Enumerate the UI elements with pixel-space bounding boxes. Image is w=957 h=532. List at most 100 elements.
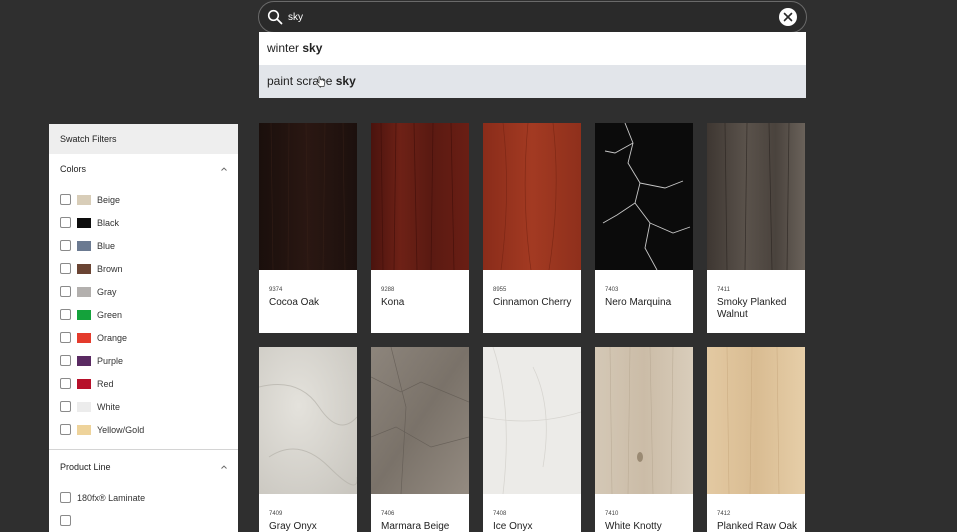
search-suggestions: winter sky paint scrape sky — [259, 32, 806, 98]
swatch-name: Planked Raw Oak — [717, 521, 798, 532]
swatch-filters-title: Swatch Filters — [49, 124, 238, 154]
color-label: Gray — [97, 286, 117, 297]
swatch-name: Smoky Planked Walnut — [717, 297, 787, 320]
color-label: Blue — [97, 240, 116, 251]
hand-cursor-icon — [316, 76, 326, 87]
swatch-filters-panel: Swatch Filters Colors Beige Black Blue B… — [49, 124, 238, 532]
color-swatch — [77, 217, 91, 228]
product-line-filter-partial[interactable] — [49, 509, 238, 532]
swatch-name: Cocoa Oak — [269, 297, 320, 308]
product-line-section-title: Product Line — [60, 462, 111, 472]
color-label: Red — [97, 378, 114, 389]
color-filter-yellow-gold[interactable]: Yellow/Gold — [49, 418, 238, 441]
swatch-image-ice-onyx — [482, 346, 582, 495]
product-line-section-toggle[interactable]: Product Line — [49, 452, 238, 482]
color-filter-orange[interactable]: Orange — [49, 326, 238, 349]
colors-section-toggle[interactable]: Colors — [49, 154, 238, 184]
chevron-up-icon — [221, 465, 227, 469]
swatch-name: White Knotty — [605, 521, 662, 532]
color-label: Black — [97, 217, 120, 228]
color-label: Orange — [97, 332, 128, 343]
swatch-code: 8955 — [493, 287, 507, 293]
color-filter-blue[interactable]: Blue — [49, 234, 238, 257]
swatch-card[interactable]: 7411 Smoky Planked Walnut — [707, 122, 805, 333]
color-swatch — [77, 240, 91, 251]
swatch-code: 7411 — [717, 287, 730, 293]
color-filter-purple[interactable]: Purple — [49, 349, 238, 372]
swatch-image-cinnamon-cherry — [483, 122, 581, 271]
swatch-image-planked-raw-oak — [707, 346, 805, 495]
color-label: Beige — [97, 194, 121, 205]
swatch-card[interactable]: 9288 Kona — [371, 122, 469, 333]
color-label: White — [97, 401, 121, 412]
search-input[interactable] — [288, 7, 768, 27]
divider — [49, 449, 238, 450]
color-swatch — [77, 378, 91, 389]
suggestion-match: sky — [302, 41, 323, 55]
checkbox[interactable] — [60, 378, 71, 389]
swatch-card[interactable]: 7409 Gray Onyx — [258, 347, 358, 532]
swatch-name: Ice Onyx — [493, 521, 533, 532]
swatch-code: 9288 — [381, 287, 395, 293]
swatch-card[interactable]: 7412 Planked Raw Oak — [707, 346, 805, 532]
color-swatch — [77, 355, 91, 366]
swatch-name: Kona — [381, 297, 405, 308]
color-filter-green[interactable]: Green — [49, 303, 238, 326]
checkbox[interactable] — [60, 217, 71, 228]
checkbox[interactable] — [60, 401, 71, 412]
color-filter-black[interactable]: Black — [49, 211, 238, 234]
color-filter-beige[interactable]: Beige — [49, 188, 238, 211]
suggestion-prefix: winter — [267, 41, 303, 55]
color-label: Green — [97, 309, 123, 320]
product-line-label: 180fx® Laminate — [77, 492, 146, 503]
swatch-code: 7412 — [717, 511, 731, 517]
suggestion-match: sky — [335, 74, 356, 88]
swatch-code: 7403 — [605, 287, 619, 293]
swatch-card[interactable]: 7406 Marmara Beige — [370, 346, 470, 532]
swatch-name: Nero Marquina — [605, 297, 672, 308]
color-swatch — [77, 286, 91, 297]
checkbox[interactable] — [60, 286, 71, 297]
chevron-up-icon — [221, 167, 227, 171]
color-label: Brown — [97, 263, 123, 274]
checkbox[interactable] — [60, 263, 71, 274]
swatch-card[interactable]: 7410 White Knotty — [595, 346, 693, 532]
color-filter-red[interactable]: Red — [49, 372, 238, 395]
swatch-code: 7410 — [605, 511, 619, 517]
color-swatch — [77, 309, 91, 320]
swatch-image-nero-marquina — [595, 122, 693, 271]
swatch-name: Marmara Beige — [381, 521, 450, 532]
color-label: Purple — [97, 355, 124, 366]
colors-section-title: Colors — [60, 164, 87, 174]
color-filter-gray[interactable]: Gray — [49, 280, 238, 303]
swatch-image-smoky-planked-walnut — [707, 122, 805, 271]
swatch-card[interactable]: 8955 Cinnamon Cherry — [483, 122, 581, 333]
search-icon — [267, 9, 283, 25]
suggestion-winter-sky[interactable]: winter sky — [259, 32, 806, 65]
color-swatch — [77, 424, 91, 435]
checkbox[interactable] — [60, 194, 71, 205]
checkbox[interactable] — [60, 240, 71, 251]
color-filter-white[interactable]: White — [49, 395, 238, 418]
checkbox[interactable] — [60, 424, 71, 435]
color-swatch — [77, 194, 91, 205]
suggestion-paint-scrape-sky[interactable]: paint scrape sky — [259, 65, 806, 98]
swatch-card[interactable]: 7408 Ice Onyx — [482, 346, 582, 532]
product-line-filter-180fx-laminate[interactable]: 180fx® Laminate — [49, 486, 238, 509]
swatch-card[interactable]: 7403 Nero Marquina — [595, 122, 693, 333]
checkbox[interactable] — [60, 515, 71, 526]
clear-search-button[interactable] — [779, 8, 797, 26]
color-filter-list: Beige Black Blue Brown Gray Green Orange… — [49, 184, 238, 441]
swatch-image-marmara-beige — [370, 346, 470, 495]
search-bar — [258, 1, 807, 33]
swatch-card[interactable]: 9374 Cocoa Oak — [259, 122, 357, 333]
checkbox[interactable] — [60, 355, 71, 366]
checkbox[interactable] — [60, 492, 71, 503]
color-filter-brown[interactable]: Brown — [49, 257, 238, 280]
color-swatch — [77, 263, 91, 274]
swatch-name: Cinnamon Cherry — [493, 297, 572, 308]
swatch-name: Gray Onyx — [269, 521, 317, 532]
checkbox[interactable] — [60, 309, 71, 320]
close-icon — [783, 12, 793, 22]
checkbox[interactable] — [60, 332, 71, 343]
